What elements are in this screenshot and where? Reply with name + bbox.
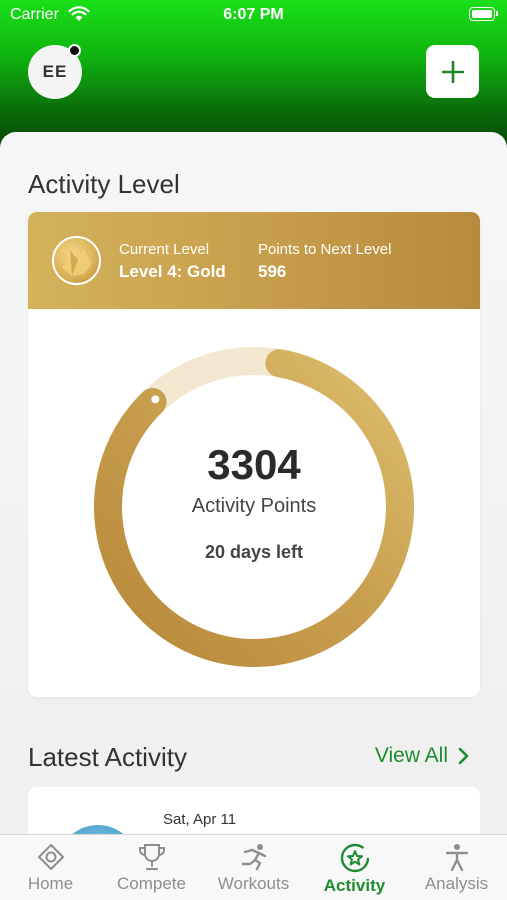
next-level-label: Points to Next Level — [258, 241, 392, 258]
level-header: Current Level Level 4: Gold Points to Ne… — [28, 212, 480, 309]
activity-level-title: Activity Level — [28, 169, 180, 199]
days-left-label: 20 days left — [204, 542, 304, 562]
tab-home[interactable]: Home — [0, 835, 101, 900]
add-button[interactable] — [426, 45, 479, 98]
gold-medal-icon — [52, 236, 101, 285]
trophy-icon — [138, 844, 165, 870]
activity-points-label: Activity Points — [191, 495, 317, 517]
status-time: 6:07 PM — [223, 6, 284, 23]
activity-points-value: 3304 — [207, 441, 301, 488]
activity-level-card: Current Level Level 4: Gold Points to Ne… — [28, 212, 480, 697]
tab-activity[interactable]: Activity — [304, 835, 405, 900]
tab-compete[interactable]: Compete — [101, 835, 202, 900]
view-all-link[interactable]: View All — [375, 744, 469, 768]
activity-thumbnail — [58, 825, 138, 834]
person-icon — [445, 844, 468, 871]
tab-analysis-label: Analysis — [424, 874, 489, 893]
tab-home-label: Home — [27, 874, 74, 893]
current-level-value: Level 4: Gold — [119, 262, 226, 281]
progress-ring-start-dot — [151, 395, 160, 404]
tab-bar: Home Compete Workouts Activity Analysis — [0, 834, 507, 900]
activity-star-icon — [340, 843, 369, 873]
tab-activity-label: Activity — [323, 876, 386, 895]
latest-activity-item[interactable]: Sat, Apr 11 — [28, 787, 480, 834]
view-all-label: View All — [374, 744, 448, 767]
plus-icon — [441, 60, 464, 83]
current-level-label: Current Level — [119, 241, 210, 258]
notification-dot — [68, 44, 81, 57]
tab-workouts[interactable]: Workouts — [203, 835, 304, 900]
activity-date: Sat, Apr 11 — [163, 811, 237, 828]
latest-activity-title: Latest Activity — [28, 742, 187, 772]
chevron-right-icon — [458, 747, 469, 765]
tab-workouts-label: Workouts — [217, 874, 290, 893]
home-diamond-icon — [37, 844, 64, 870]
battery-icon — [469, 7, 498, 21]
next-level-value: 596 — [258, 262, 287, 281]
runner-icon — [241, 844, 266, 871]
tab-analysis[interactable]: Analysis — [406, 835, 507, 900]
status-bar: Carrier 6:07 PM — [0, 0, 507, 32]
tab-compete-label: Compete — [117, 874, 186, 893]
content-sheet: Activity Level Current Level Level 4: Go… — [0, 132, 507, 834]
